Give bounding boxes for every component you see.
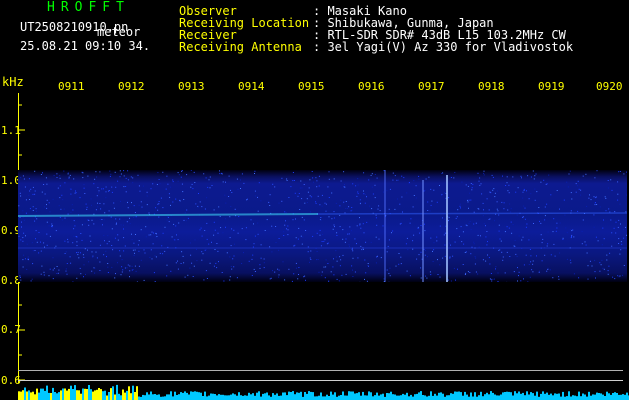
station-info-labels: Observer Receiving Location Receiver Rec…: [179, 5, 309, 53]
reference-line: [18, 380, 623, 381]
x-tick-label: 0919: [538, 81, 564, 92]
date-time: 25.08.21 09:10 34.: [20, 39, 151, 53]
x-tick-label: 0913: [178, 81, 204, 92]
x-tick-label: 0911: [58, 81, 84, 92]
carrier-trace: [317, 212, 627, 215]
value-antenna: : 3el Yagi(V) Az 330 for Vladivostok: [313, 40, 574, 54]
x-tick-label: 0916: [358, 81, 384, 92]
spectrogram-waterfall: [18, 170, 627, 282]
level-bars: [18, 384, 629, 400]
hrofft-screen: HROFFT UT2508210910.pn meteor 25.08.21 0…: [0, 0, 629, 400]
carrier-trace: [18, 213, 319, 217]
x-tick-label: 0920: [596, 81, 623, 92]
y-tick-label: 0.9: [1, 224, 21, 237]
x-tick-label: 0914: [238, 81, 264, 92]
x-tick-label: 0917: [418, 81, 444, 92]
x-tick-label: 0918: [478, 81, 504, 92]
label-antenna: Receiving Antenna: [179, 40, 302, 54]
y-tick-label: 0.8: [1, 274, 21, 287]
y-tick-label: 1.0: [1, 174, 21, 187]
reference-line: [18, 370, 623, 371]
noise-speckle: [18, 170, 627, 282]
y-tick-label: 0.6: [1, 374, 21, 387]
x-tick-label: 0915: [298, 81, 324, 92]
y-tick-label: 1.1: [1, 124, 21, 137]
station-info-values: : Masaki Kano : Shibukawa, Gunma, Japan …: [313, 5, 573, 53]
x-tick-label: 0912: [118, 81, 144, 92]
y-tick-label: 0.7: [1, 323, 21, 336]
y-axis-unit: kHz: [2, 75, 24, 89]
signal-level-strip: [18, 384, 629, 400]
file-tag: meteor: [97, 25, 141, 39]
app-title: HROFFT: [47, 0, 130, 15]
